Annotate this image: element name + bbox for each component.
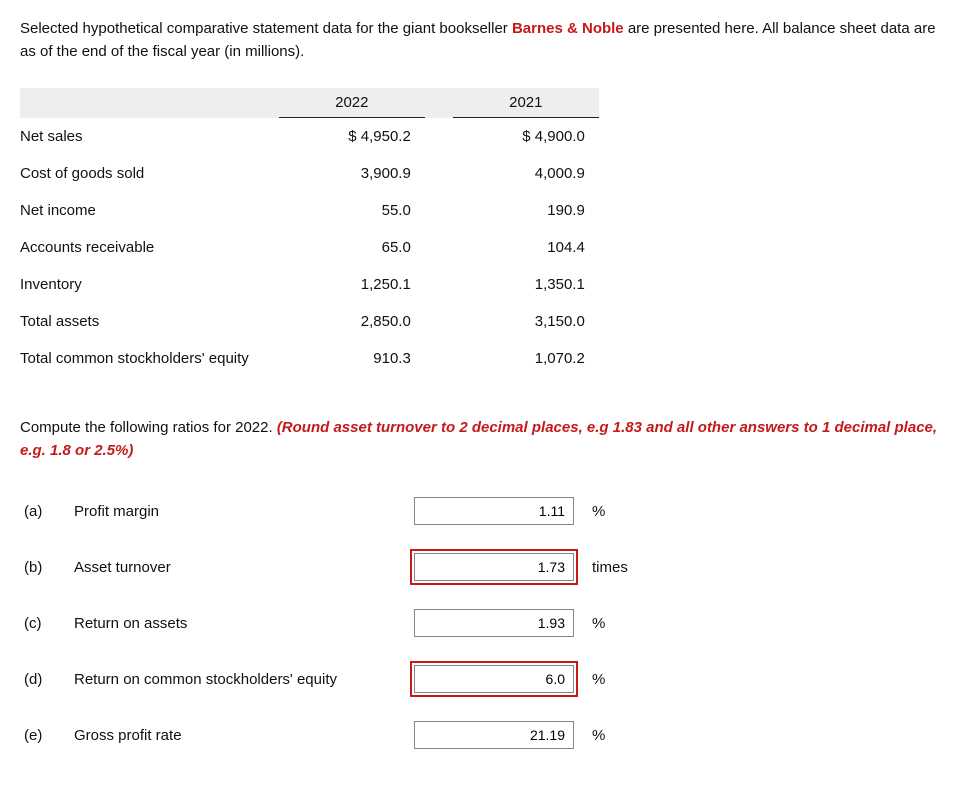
row-label: Total assets [20, 303, 279, 340]
table-row: Inventory1,250.1 1,350.1 [20, 266, 599, 303]
row-val-y1: 2,850.0 [279, 303, 425, 340]
table-row: Net income55.0 190.9 [20, 192, 599, 229]
row-val-y1: 3,900.9 [279, 155, 425, 192]
unit-label: % [592, 671, 605, 688]
instruction-lead: Compute the following ratios for 2022. [20, 419, 277, 436]
unit-label: times [592, 559, 628, 576]
unit-label: % [592, 503, 605, 520]
unit-label: % [592, 727, 605, 744]
table-header-year1: 2022 [279, 88, 425, 118]
table-row: Cost of goods sold3,900.9 4,000.9 [20, 155, 599, 192]
row-val-y2: 1,350.1 [453, 266, 599, 303]
row-label: Cost of goods sold [20, 155, 279, 192]
ratio-label: Asset turnover [74, 559, 414, 576]
ratio-id: (d) [20, 671, 74, 688]
row-val-y1: $ 4,950.2 [279, 118, 425, 156]
row-val-y2: $ 4,900.0 [453, 118, 599, 156]
table-row: Total assets2,850.0 3,150.0 [20, 303, 599, 340]
answer-input[interactable] [414, 553, 574, 581]
ratio-label: Return on assets [74, 615, 414, 632]
row-label: Net income [20, 192, 279, 229]
row-val-y1: 910.3 [279, 340, 425, 377]
financial-data-table: 2022 2021 Net sales$ 4,950.2$ 4,900.0Cos… [20, 88, 599, 377]
ratio-id: (e) [20, 727, 74, 744]
table-row: Net sales$ 4,950.2 $ 4,900.0 [20, 118, 599, 156]
table-row: Total common stockholders' equity910.3 1,… [20, 340, 599, 377]
row-val-y2: 3,150.0 [453, 303, 599, 340]
answer-input[interactable] [414, 609, 574, 637]
row-val-y2: 104.4 [453, 229, 599, 266]
ratio-answers: (a)Profit margin%(b)Asset turnovertimes(… [20, 497, 949, 749]
row-val-y1: 65.0 [279, 229, 425, 266]
answer-input[interactable] [414, 665, 574, 693]
answer-input[interactable] [414, 721, 574, 749]
intro-pre: Selected hypothetical comparative statem… [20, 20, 512, 37]
ratio-id: (c) [20, 615, 74, 632]
ratio-row: (a)Profit margin% [20, 497, 949, 525]
ratio-row: (d)Return on common stockholders' equity… [20, 665, 949, 693]
row-val-y1: 55.0 [279, 192, 425, 229]
table-row: Accounts receivable65.0 104.4 [20, 229, 599, 266]
ratio-row: (c)Return on assets% [20, 609, 949, 637]
brand-name: Barnes & Noble [512, 20, 624, 37]
row-label: Net sales [20, 118, 279, 156]
ratio-label: Profit margin [74, 503, 414, 520]
ratio-id: (a) [20, 503, 74, 520]
unit-label: % [592, 615, 605, 632]
table-header-year2: 2021 [453, 88, 599, 118]
row-val-y2: 190.9 [453, 192, 599, 229]
ratio-row: (e)Gross profit rate% [20, 721, 949, 749]
instructions: Compute the following ratios for 2022. (… [20, 417, 949, 462]
ratio-label: Gross profit rate [74, 727, 414, 744]
row-val-y1: 1,250.1 [279, 266, 425, 303]
row-label: Inventory [20, 266, 279, 303]
row-val-y2: 1,070.2 [453, 340, 599, 377]
ratio-label: Return on common stockholders' equity [74, 671, 414, 688]
table-header-spacer [20, 88, 279, 118]
ratio-id: (b) [20, 559, 74, 576]
row-label: Accounts receivable [20, 229, 279, 266]
answer-input[interactable] [414, 497, 574, 525]
row-label: Total common stockholders' equity [20, 340, 279, 377]
ratio-row: (b)Asset turnover times [20, 553, 949, 581]
row-val-y2: 4,000.9 [453, 155, 599, 192]
problem-intro: Selected hypothetical comparative statem… [20, 18, 949, 63]
